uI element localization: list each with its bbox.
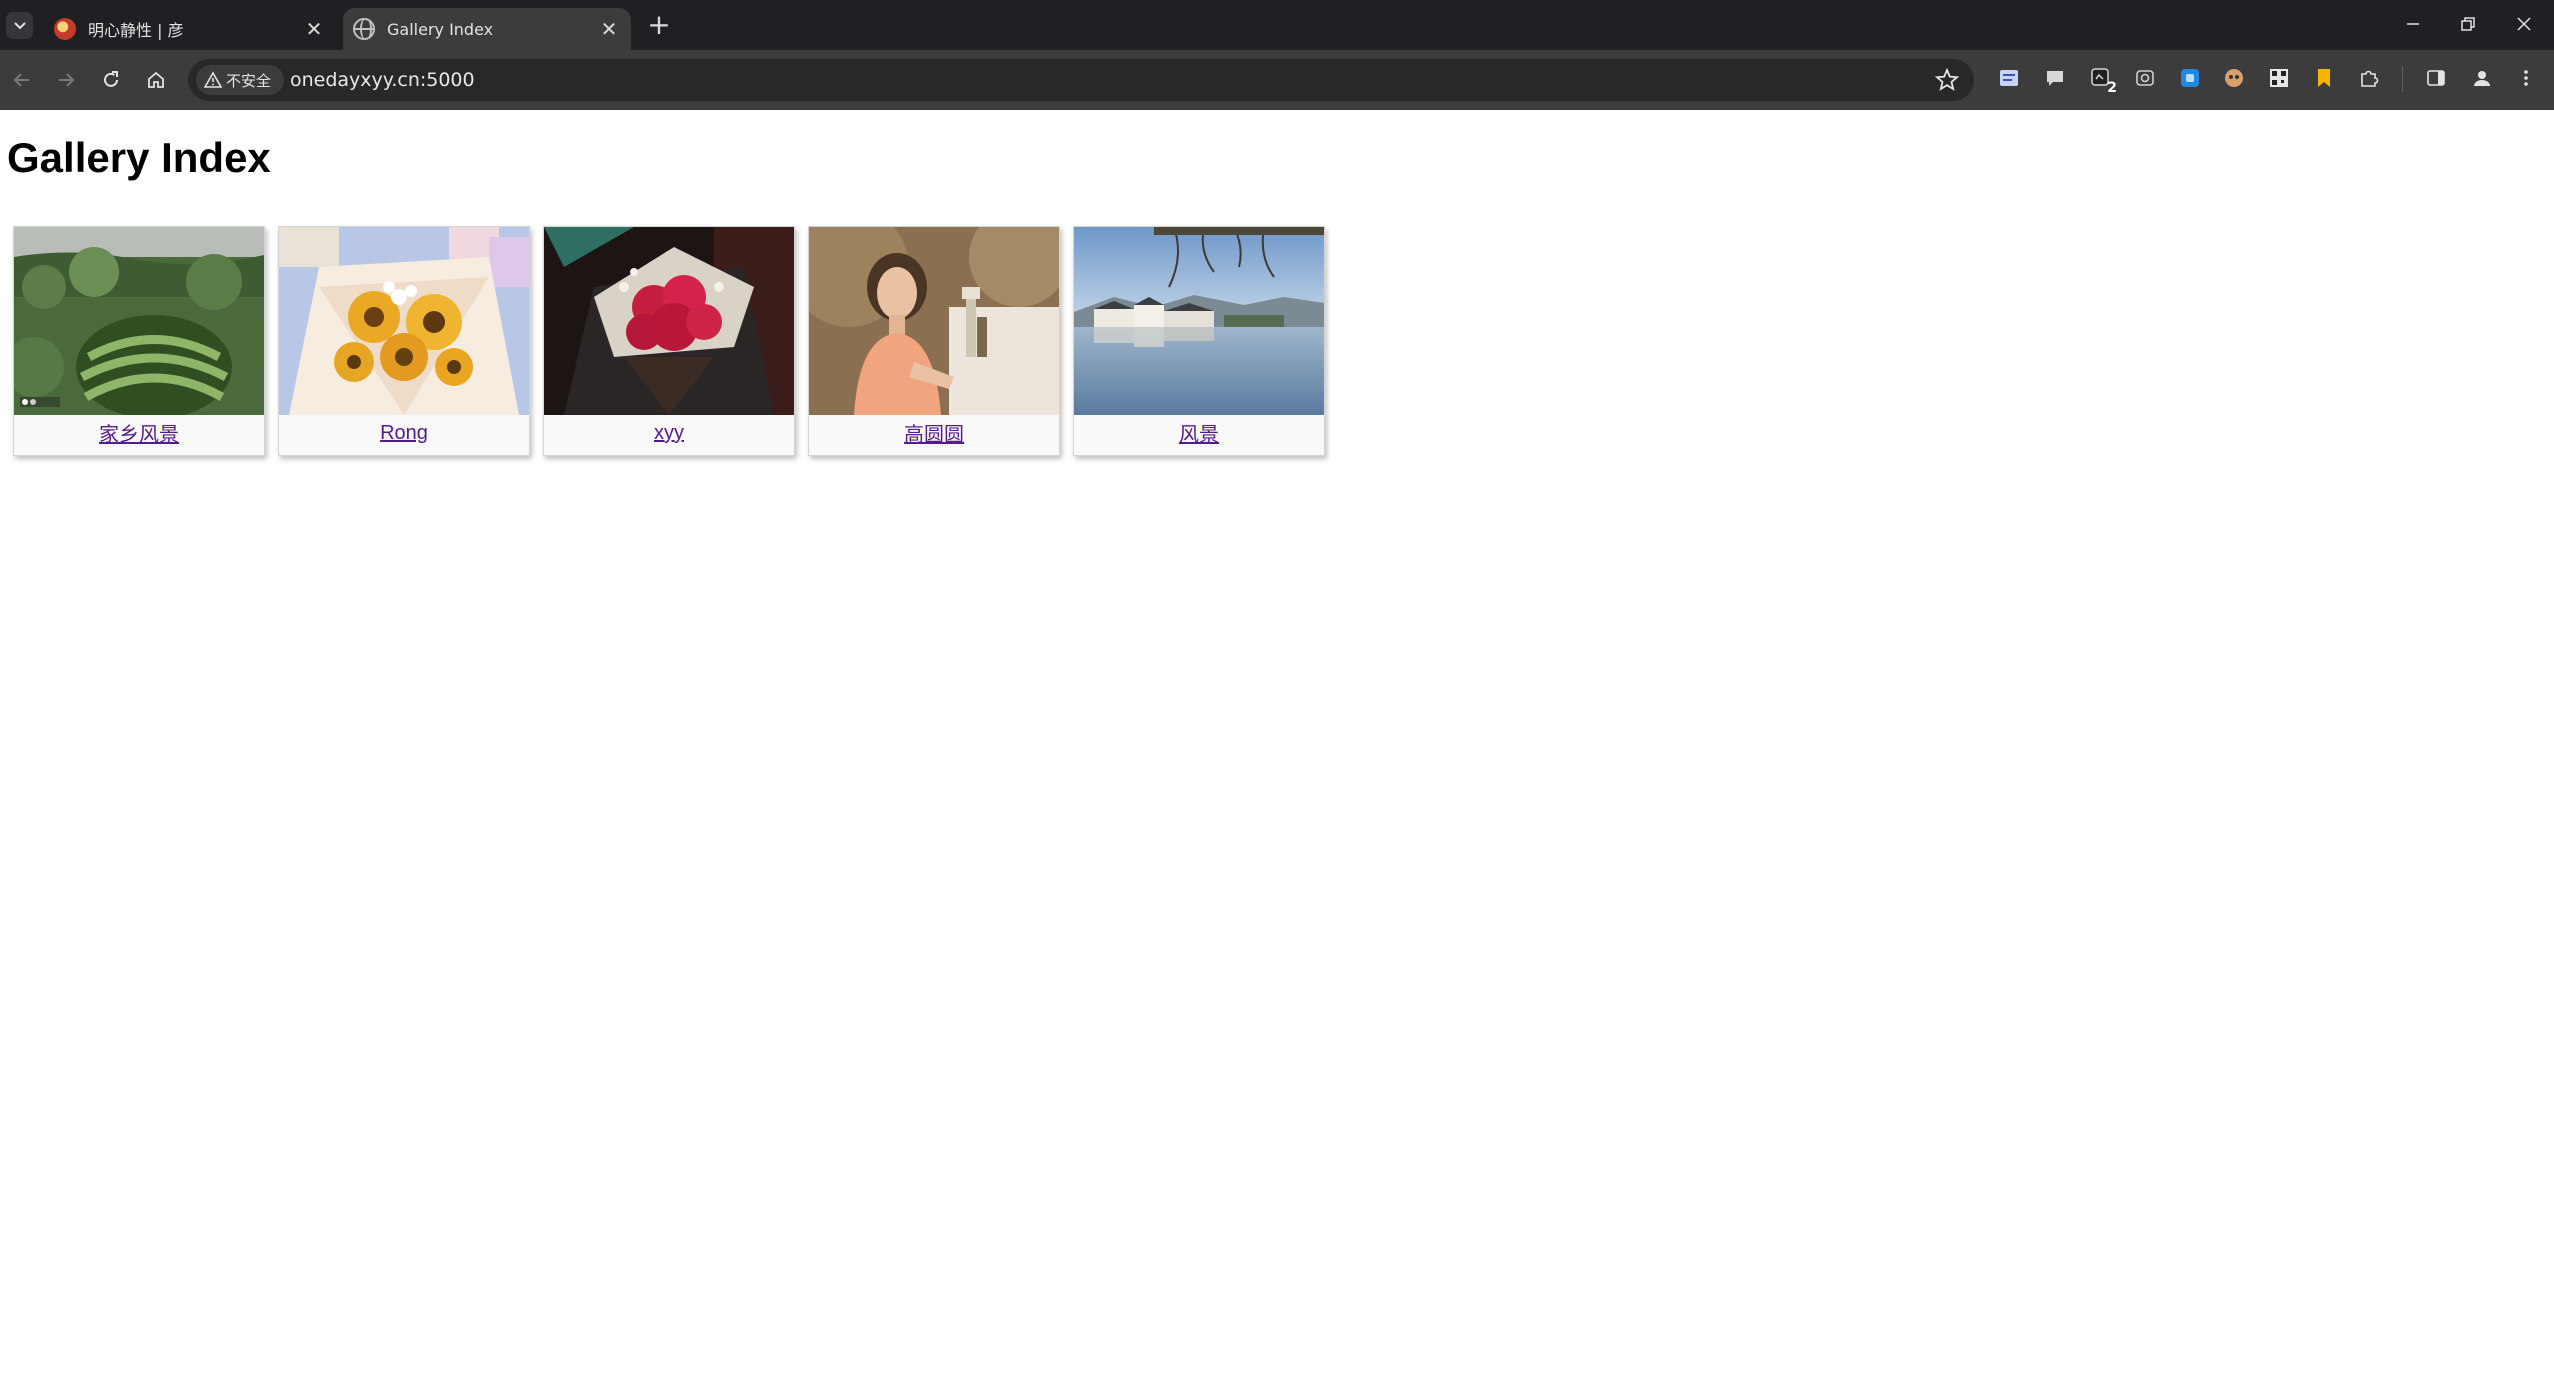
site-favicon-icon bbox=[54, 18, 76, 40]
page-content: Gallery Index 家乡风景 Rong xyy 高圆圆 风景 bbox=[0, 110, 2554, 1386]
warning-triangle-icon bbox=[204, 71, 222, 88]
tab-mingxin[interactable]: 明心静性 | 彦 ✕ bbox=[44, 8, 336, 50]
address-bar[interactable]: 不安全 onedayxyy.cn:5000 bbox=[188, 59, 1974, 101]
extension-translate[interactable] bbox=[1997, 66, 2021, 90]
face-extension-icon bbox=[2225, 69, 2243, 87]
lake-village-image bbox=[1074, 227, 1324, 415]
side-panel-button[interactable] bbox=[2424, 66, 2448, 90]
gallery-card[interactable]: Rong bbox=[278, 226, 530, 456]
restore-button[interactable] bbox=[2453, 10, 2483, 40]
gallery-card[interactable]: 家乡风景 bbox=[13, 226, 265, 456]
portrait-image bbox=[809, 227, 1059, 415]
back-button[interactable] bbox=[6, 64, 38, 96]
gallery-link-hometown[interactable]: 家乡风景 bbox=[99, 415, 179, 455]
tab-gallery-index[interactable]: Gallery Index ✕ bbox=[343, 8, 631, 50]
extension-badge-count: 2 bbox=[2107, 80, 2117, 96]
sunflower-bouquet-photo[interactable] bbox=[279, 227, 529, 415]
gallery-link-gao-yuanyuan[interactable]: 高圆圆 bbox=[904, 415, 964, 455]
gallery-card[interactable]: 风景 bbox=[1073, 226, 1325, 456]
gallery-card[interactable]: 高圆圆 bbox=[808, 226, 1060, 456]
globe-icon bbox=[353, 18, 375, 40]
gallery-card[interactable]: xyy bbox=[543, 226, 795, 456]
watermelon-photo[interactable] bbox=[14, 227, 264, 415]
page-title: Gallery Index bbox=[7, 134, 271, 181]
tab-search-button[interactable] bbox=[6, 12, 33, 39]
extension-badge-2[interactable]: 2 bbox=[2089, 66, 2117, 96]
gallery-link-xyy[interactable]: xyy bbox=[654, 415, 684, 451]
extension-face[interactable] bbox=[2222, 66, 2246, 90]
puzzle-piece-icon bbox=[2361, 70, 2379, 87]
browser-toolbar: 不安全 onedayxyy.cn:5000 2 bbox=[0, 50, 2554, 110]
extension-camera[interactable] bbox=[2133, 66, 2157, 90]
close-tab-icon[interactable]: ✕ bbox=[302, 17, 326, 41]
close-window-button[interactable] bbox=[2509, 10, 2539, 40]
chat-extension-icon bbox=[2047, 71, 2063, 86]
reload-button[interactable] bbox=[95, 64, 127, 96]
red-rose-bouquet-photo[interactable] bbox=[544, 227, 794, 415]
lake-village-photo[interactable] bbox=[1074, 227, 1324, 415]
url-text[interactable]: onedayxyy.cn:5000 bbox=[290, 59, 475, 101]
extension-qr[interactable] bbox=[2267, 66, 2291, 90]
translate-extension-icon bbox=[2000, 70, 2018, 86]
gallery-link-scenery[interactable]: 风景 bbox=[1179, 415, 1219, 455]
arrow-right-icon bbox=[59, 73, 75, 87]
red-rose-image bbox=[544, 227, 794, 415]
more-vertical-icon bbox=[2524, 70, 2528, 86]
security-label: 不安全 bbox=[226, 71, 272, 90]
reload-icon bbox=[104, 71, 118, 87]
extension-chat[interactable] bbox=[2043, 66, 2067, 90]
profile-button[interactable] bbox=[2470, 66, 2494, 90]
gallery-link-rong[interactable]: Rong bbox=[380, 415, 428, 451]
restore-icon bbox=[2461, 17, 2475, 31]
blue-square-extension-icon bbox=[2181, 69, 2199, 87]
tab-strip: 明心静性 | 彦 ✕ Gallery Index ✕ + bbox=[0, 0, 2554, 50]
extensions-menu-button[interactable] bbox=[2357, 66, 2381, 90]
home-icon bbox=[148, 71, 164, 88]
browser-menu-button[interactable] bbox=[2514, 66, 2538, 90]
home-button[interactable] bbox=[140, 64, 172, 96]
new-tab-button[interactable]: + bbox=[645, 11, 673, 40]
chevron-down-icon bbox=[13, 21, 26, 29]
camera-extension-icon bbox=[2136, 70, 2154, 86]
tab-title: 明心静性 | 彦 bbox=[88, 21, 184, 40]
side-panel-icon bbox=[2427, 70, 2445, 86]
arrow-left-icon bbox=[13, 73, 29, 87]
close-tab-icon[interactable]: ✕ bbox=[597, 17, 621, 41]
sunflower-image bbox=[279, 227, 529, 415]
minimize-button[interactable] bbox=[2398, 10, 2428, 40]
watermelon-image bbox=[14, 227, 264, 415]
extension-bookmark[interactable] bbox=[2312, 66, 2336, 90]
profile-avatar-icon bbox=[2474, 71, 2490, 86]
bookmark-extension-icon bbox=[2318, 69, 2330, 87]
portrait-photo[interactable] bbox=[809, 227, 1059, 415]
toolbar-separator bbox=[2402, 66, 2403, 92]
forward-button[interactable] bbox=[50, 64, 82, 96]
tab-title: Gallery Index bbox=[387, 19, 494, 39]
gallery-grid: 家乡风景 Rong xyy 高圆圆 风景 bbox=[13, 226, 1325, 456]
bookmark-star-icon[interactable] bbox=[1934, 67, 1960, 93]
close-icon bbox=[2517, 17, 2531, 31]
security-indicator[interactable]: 不安全 bbox=[196, 65, 284, 95]
minimize-icon bbox=[2407, 23, 2419, 25]
extension-blue[interactable] bbox=[2178, 66, 2202, 90]
qr-code-extension-icon bbox=[2270, 69, 2288, 87]
